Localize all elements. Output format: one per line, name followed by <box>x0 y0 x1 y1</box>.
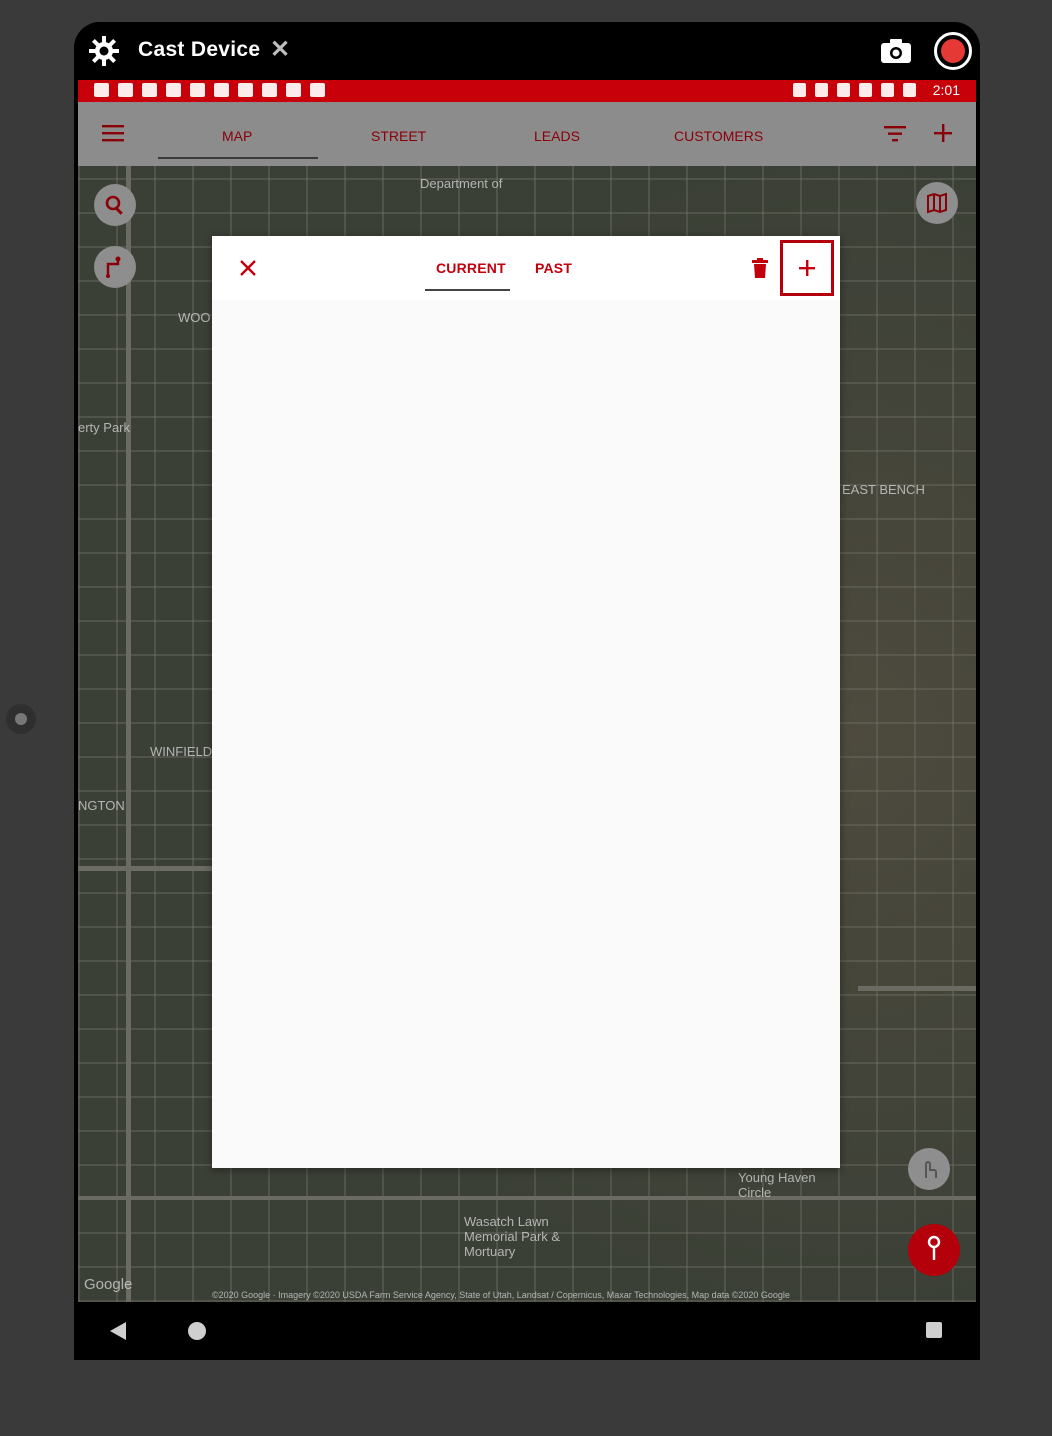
notification-icon <box>142 83 157 97</box>
dnd-icon <box>859 83 872 97</box>
map-road <box>78 1196 976 1200</box>
active-tab-indicator <box>158 157 318 159</box>
cast-title: Cast Device <box>138 38 261 61</box>
close-icon[interactable] <box>238 258 258 278</box>
map-road <box>78 866 218 871</box>
trash-icon[interactable] <box>752 258 768 278</box>
notification-icon <box>214 83 229 97</box>
active-tab-indicator <box>425 289 510 291</box>
search-icon <box>105 195 123 215</box>
device-frame: Cast Device ✕ 2:01 MAP STREET LEADS CUST… <box>74 22 980 1360</box>
pin-icon <box>927 1235 941 1260</box>
tab-customers[interactable]: CUSTOMERS <box>674 128 763 144</box>
route-icon <box>106 256 121 278</box>
system-icons <box>793 83 916 97</box>
gear-icon[interactable] <box>88 35 120 67</box>
tab-map[interactable]: MAP <box>222 128 252 144</box>
app-bar: MAP STREET LEADS CUSTOMERS <box>78 102 976 166</box>
plus-icon[interactable] <box>932 122 954 144</box>
panel-header: CURRENT PAST <box>212 236 840 300</box>
map-label: WINFIELD <box>150 744 213 759</box>
wifi-icon <box>881 83 894 97</box>
device-screen: 2:01 MAP STREET LEADS CUSTOMERS Departme… <box>78 80 976 1302</box>
map-label: Young Haven Circle <box>738 1170 816 1200</box>
bluetooth-icon <box>837 83 850 97</box>
notification-icon <box>238 83 253 97</box>
android-nav-bar <box>74 1302 980 1360</box>
map-label: erty Park <box>78 420 131 435</box>
status-bar: 2:01 <box>78 80 976 102</box>
cast-toolbar: Cast Device ✕ <box>74 22 980 80</box>
map-label: EAST BENCH <box>842 482 925 497</box>
notification-icon <box>94 83 109 97</box>
map-road <box>126 166 131 1302</box>
panel-content <box>212 300 840 1168</box>
cast-icon <box>793 83 806 97</box>
tab-leads[interactable]: LEADS <box>534 128 580 144</box>
tab-past[interactable]: PAST <box>535 260 572 276</box>
record-icon[interactable] <box>934 32 972 70</box>
close-icon[interactable]: ✕ <box>270 35 290 64</box>
filter-icon[interactable] <box>884 126 906 142</box>
menu-icon[interactable] <box>102 124 124 142</box>
map-layers-icon <box>927 192 947 214</box>
google-logo: Google <box>84 1276 133 1293</box>
map-label: Department of <box>420 176 503 191</box>
status-time: 2:01 <box>932 82 960 98</box>
search-button[interactable] <box>94 184 136 226</box>
notification-icon <box>166 83 181 97</box>
map-attribution: ©2020 Google · Imagery ©2020 USDA Farm S… <box>212 1290 790 1300</box>
recent-apps-icon[interactable] <box>926 1322 942 1338</box>
map-label: WOO <box>178 310 211 325</box>
tab-street[interactable]: STREET <box>371 128 426 144</box>
touch-button[interactable] <box>908 1148 950 1190</box>
notification-icon <box>262 83 277 97</box>
notification-icon <box>310 83 325 97</box>
camera-icon[interactable] <box>880 38 912 64</box>
home-icon[interactable] <box>188 1322 206 1340</box>
tab-current[interactable]: CURRENT <box>436 260 506 276</box>
add-icon[interactable] <box>798 259 816 277</box>
map-label: Wasatch Lawn Memorial Park & Mortuary <box>464 1214 561 1259</box>
map-label: NGTON <box>78 798 125 813</box>
add-pin-button[interactable] <box>908 1224 960 1276</box>
touch-icon <box>925 1161 937 1178</box>
notification-icon <box>190 83 205 97</box>
notification-icons <box>94 83 325 97</box>
side-handle[interactable] <box>6 704 36 734</box>
battery-icon <box>903 83 916 97</box>
notification-icon <box>118 83 133 97</box>
back-icon[interactable] <box>108 1320 128 1342</box>
location-icon <box>815 83 828 97</box>
records-panel: CURRENT PAST <box>212 236 840 1168</box>
map-road <box>858 986 976 991</box>
notification-icon <box>286 83 301 97</box>
route-button[interactable] <box>94 246 136 288</box>
map-layers-button[interactable] <box>916 182 958 224</box>
